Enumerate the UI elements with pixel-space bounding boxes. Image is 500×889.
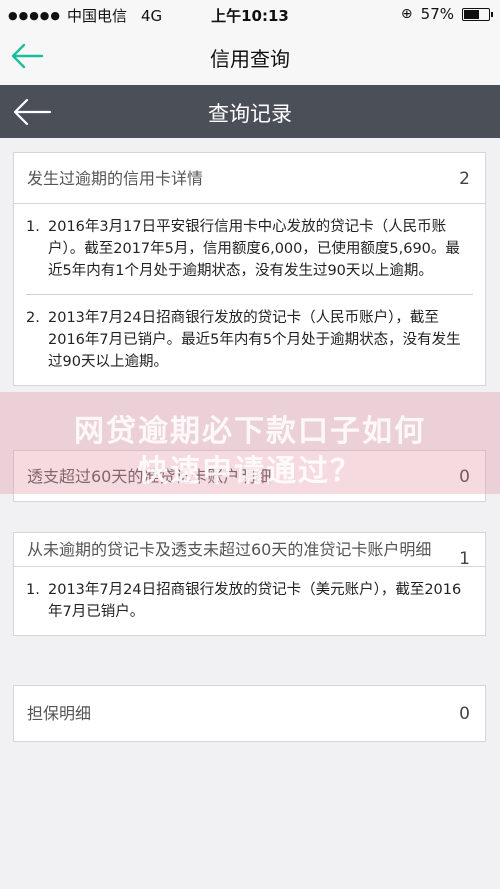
navigation-bar: 信用查询: [0, 28, 500, 86]
never-overdue-section: 从未逾期的贷记卡及透支未超过60天的准贷记卡账户明细 1 1. 2013年7月2…: [13, 532, 486, 636]
section-title: 担保明细: [27, 704, 92, 723]
records-title: 查询记录: [208, 102, 292, 126]
item-number: 2.: [26, 310, 40, 326]
section-count: 1: [459, 549, 470, 569]
list-item: 1. 2016年3月17日平安银行信用卡中心发放的贷记卡（人民币账户）。截至20…: [26, 204, 473, 295]
battery-percent: 57%: [420, 5, 454, 23]
watermark-overlay: 网贷逾期必下款口子如何 快速申请通过？: [0, 392, 500, 494]
section-title: 从未逾期的贷记卡及透支未超过60天的准贷记卡账户明细: [27, 540, 432, 559]
item-text: 2013年7月24日招商银行发放的贷记卡（美元账户），截至2016年7月已销户。: [48, 582, 462, 620]
guarantee-section: 担保明细 0: [13, 685, 486, 742]
overdue-credit-card-section: 发生过逾期的信用卡详情 2 1. 2016年3月17日平安银行信用卡中心发放的贷…: [13, 152, 486, 386]
battery-fill: [464, 9, 479, 19]
status-bar: ●●●●● 中国电信 4G 上午10:13 ⊕ 57%: [0, 0, 500, 28]
item-number: 1.: [26, 582, 40, 598]
watermark-line-1: 网贷逾期必下款口子如何: [74, 414, 426, 449]
watermark-line-2: 快速申请通过？: [138, 454, 362, 489]
section-header[interactable]: 从未逾期的贷记卡及透支未超过60天的准贷记卡账户明细 1: [14, 533, 485, 569]
section-count: 0: [459, 704, 470, 724]
battery-icon: [462, 7, 493, 21]
section-title: 发生过逾期的信用卡详情: [27, 169, 204, 188]
section-count: 2: [459, 169, 470, 189]
records-header: 查询记录: [0, 85, 500, 138]
item-number: 1.: [26, 219, 40, 235]
section-header[interactable]: 担保明细 0: [14, 686, 485, 741]
page-title: 信用查询: [210, 47, 290, 71]
section-header[interactable]: 发生过逾期的信用卡详情 2: [14, 153, 485, 204]
orientation-lock-icon: ⊕: [400, 6, 413, 22]
list-item: 1. 2013年7月24日招商银行发放的贷记卡（美元账户），截至2016年7月已…: [26, 567, 473, 635]
item-text: 2013年7月24日招商银行发放的贷记卡（人民币账户），截至2016年7月已销户…: [48, 310, 461, 370]
item-text: 2016年3月17日平安银行信用卡中心发放的贷记卡（人民币账户）。截至2017年…: [48, 219, 460, 279]
list-item: 2. 2013年7月24日招商银行发放的贷记卡（人民币账户），截至2016年7月…: [26, 295, 473, 385]
